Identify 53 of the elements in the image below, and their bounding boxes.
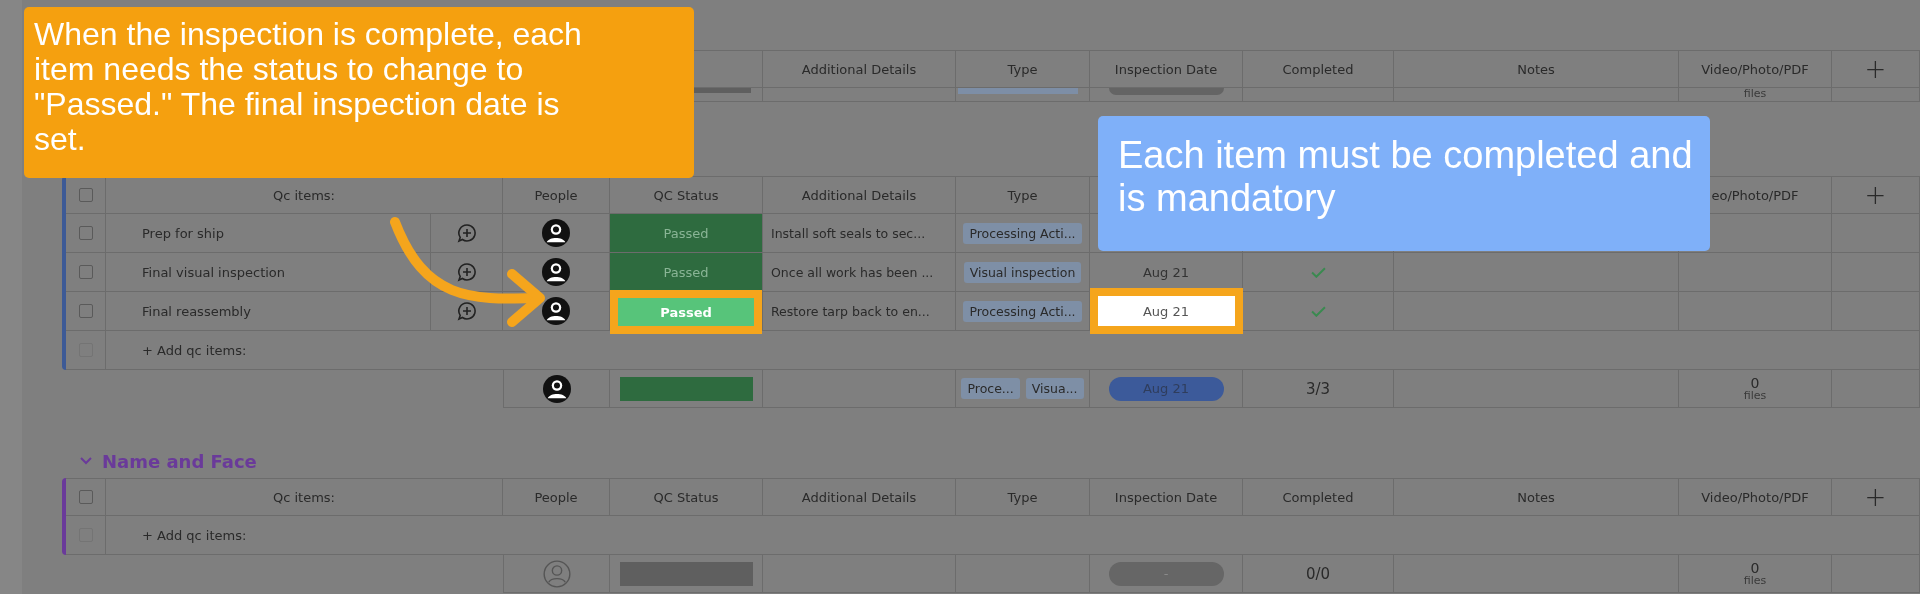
add-comment-icon[interactable] <box>456 262 477 282</box>
callout-note: Each item must be completed and is mandatory <box>1098 116 1710 251</box>
callout-note: When the inspection is complete, each item needs the status to change to "Passed." The final inspection date is set. <box>24 7 694 178</box>
column-header[interactable]: Qc items: <box>272 489 335 505</box>
checkbox[interactable] <box>78 304 93 318</box>
files-count: 0 <box>1750 375 1760 390</box>
type-tag[interactable]: Processing Acti... <box>963 300 1082 322</box>
item-name[interactable]: Final reassembly <box>142 303 251 319</box>
add-comment-icon[interactable] <box>456 223 477 243</box>
files-label: files <box>1743 389 1767 402</box>
item-name[interactable]: Prep for ship <box>142 225 224 241</box>
date-value[interactable]: Aug 21 <box>1142 264 1190 280</box>
type-tag[interactable]: Visua... <box>1025 378 1084 399</box>
chevron-down-icon[interactable] <box>80 457 92 465</box>
checkbox[interactable] <box>78 265 93 279</box>
details-text: Restore tarp back to en... <box>771 303 930 319</box>
add-comment-icon[interactable] <box>456 301 477 321</box>
checkbox[interactable] <box>78 188 93 202</box>
completed-count: 3/3 <box>1305 379 1331 398</box>
completed-count: 0/0 <box>1305 564 1331 583</box>
files-label: files <box>1743 574 1767 587</box>
type-tag[interactable]: Visual inspection <box>963 261 1082 283</box>
column-header[interactable]: Type <box>1007 187 1038 203</box>
details-text: Once all work has been ... <box>771 264 934 280</box>
column-header[interactable]: People <box>534 187 578 203</box>
column-header[interactable]: QC Status <box>653 187 719 203</box>
item-name[interactable]: Final visual inspection <box>142 264 286 280</box>
avatar-icon[interactable] <box>542 374 571 403</box>
column-header[interactable]: People <box>534 489 578 505</box>
checkmark-icon[interactable] <box>1310 266 1326 278</box>
checkmark-icon[interactable] <box>1310 305 1326 317</box>
add-item-link[interactable]: + Add qc items: <box>142 527 247 543</box>
files-count: 0 <box>1750 560 1760 575</box>
avatar-icon[interactable] <box>542 297 570 325</box>
type-tag[interactable]: Processing Acti... <box>963 222 1082 244</box>
person-outline-icon[interactable] <box>542 559 571 588</box>
checkbox[interactable] <box>78 490 93 504</box>
column-header[interactable]: Type <box>1007 489 1038 505</box>
group-title[interactable]: Name and Face <box>102 450 257 472</box>
avatar-icon[interactable] <box>542 219 570 247</box>
column-header[interactable]: Notes <box>1517 61 1555 77</box>
column-header[interactable]: Type <box>1007 61 1038 77</box>
files-label: files <box>1743 88 1767 100</box>
column-header[interactable]: QC Status <box>653 489 719 505</box>
status-label[interactable]: Passed <box>610 214 762 252</box>
status-label[interactable]: Passed <box>610 253 762 291</box>
type-tag[interactable]: Proce... <box>961 378 1020 399</box>
column-header[interactable]: Notes <box>1517 489 1555 505</box>
column-header[interactable]: Qc items: <box>272 187 335 203</box>
checkbox[interactable] <box>78 226 93 240</box>
add-item-link[interactable]: + Add qc items: <box>142 342 247 358</box>
details-text: Install soft seals to sec... <box>771 225 926 241</box>
avatar-icon[interactable] <box>542 258 570 286</box>
